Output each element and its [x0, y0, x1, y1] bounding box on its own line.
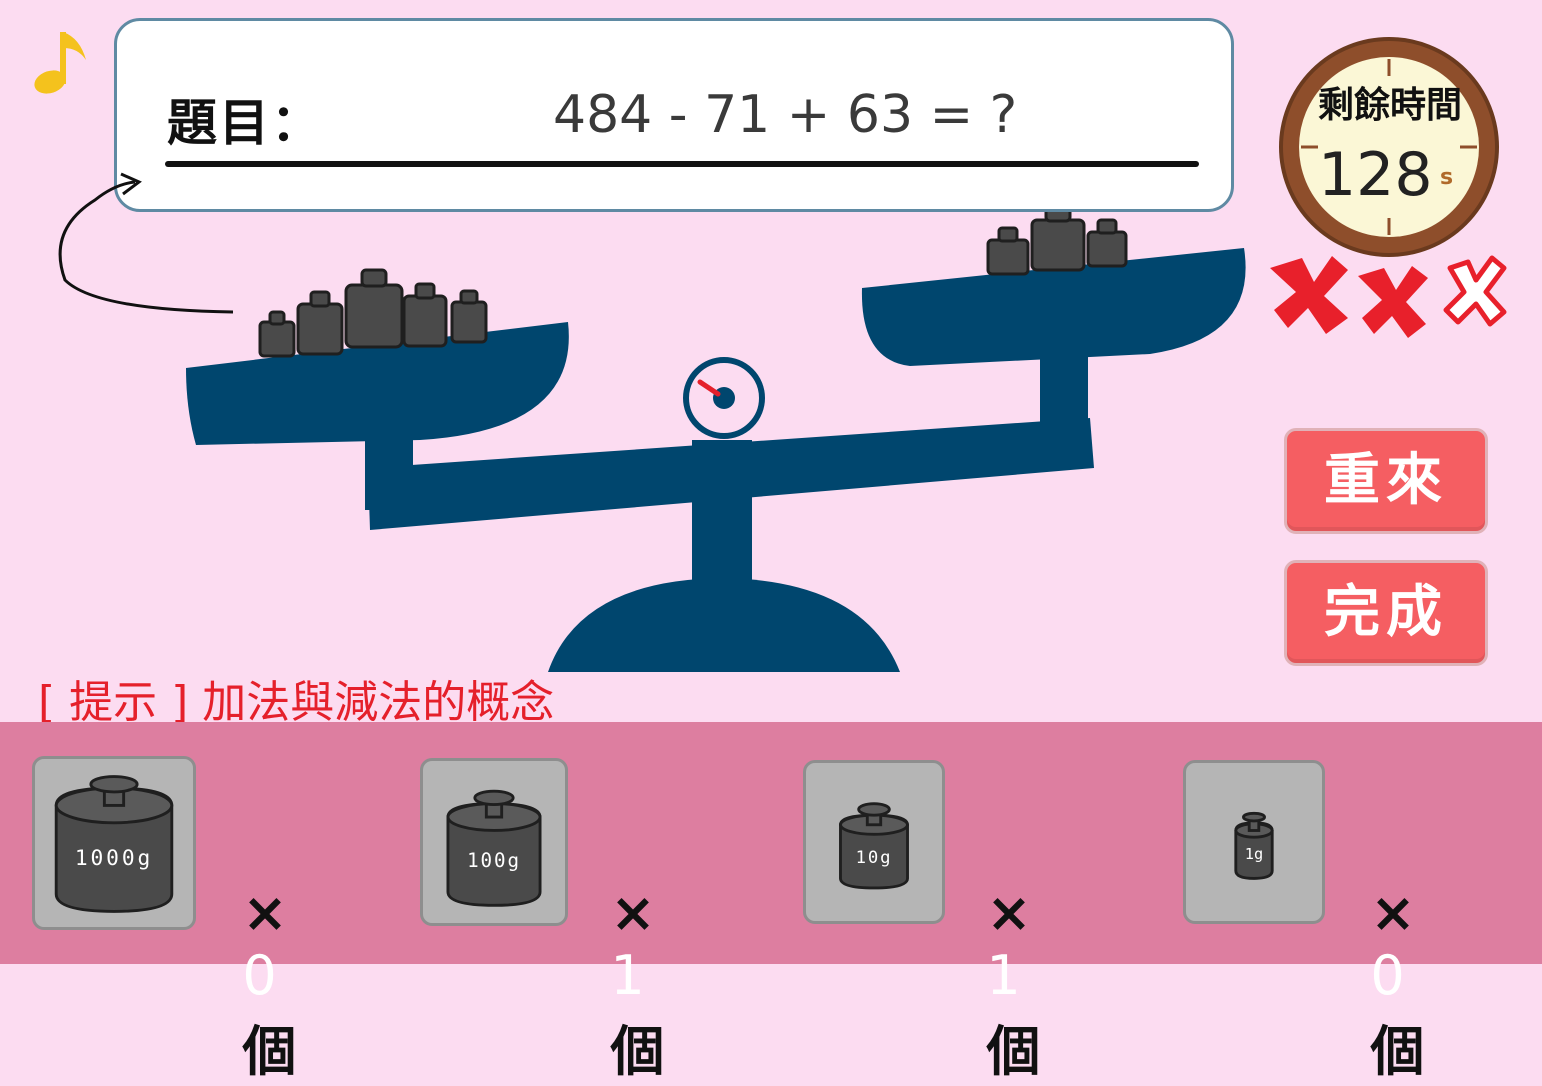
- weight-10g-count: 1: [986, 944, 1021, 1007]
- weight-10g-times: ×: [986, 881, 1032, 944]
- scale-base: [548, 578, 900, 672]
- weight-100g-count: 1: [610, 944, 645, 1007]
- timer-value: 128: [1318, 140, 1433, 210]
- weight-1g-count: 0: [1370, 944, 1405, 1007]
- weight-1g-label: 1g: [1245, 845, 1263, 863]
- music-note-icon[interactable]: [30, 26, 92, 98]
- question-panel: 題目： 484 - 71 + 63 = ?: [114, 18, 1234, 212]
- weight-100g-label: 100g: [467, 849, 521, 872]
- weight-1000g-icon: 1000g: [54, 775, 174, 913]
- weight-1g-times: ×: [1370, 881, 1416, 944]
- mistake-marks: [1270, 255, 1507, 338]
- done-button[interactable]: 完成: [1284, 560, 1488, 666]
- timer-title: 剩餘時間: [1317, 85, 1462, 126]
- weight-1g-button[interactable]: 1g: [1183, 760, 1325, 924]
- weight-100g-unit: 個: [610, 1020, 665, 1083]
- weight-1g-unit: 個: [1370, 1020, 1425, 1083]
- weight-1g-icon: 1g: [1234, 811, 1274, 880]
- x-mark-filled-icon: [1270, 256, 1348, 334]
- weight-10g-icon: 10g: [839, 802, 909, 890]
- weight-100g-button[interactable]: 100g: [420, 758, 568, 926]
- question-expression: 484 - 71 + 63 = ?: [553, 85, 1018, 145]
- weight-10g-unit: 個: [986, 1020, 1041, 1083]
- hint-text: [ 提示 ] 加法與減法的概念: [38, 677, 555, 728]
- question-label: 題目：: [167, 94, 323, 152]
- weight-100g-icon: 100g: [446, 789, 542, 907]
- weight-1000g-button[interactable]: 1000g: [32, 756, 196, 930]
- weight-1000g-label: 1000g: [75, 845, 153, 870]
- curved-arrow-icon: [58, 172, 234, 314]
- weight-100g-times: ×: [610, 881, 656, 944]
- question-underline: [165, 161, 1199, 167]
- right-pan-weights: [986, 204, 1128, 276]
- retry-button[interactable]: 重來: [1284, 428, 1488, 534]
- weight-10g-label: 10g: [856, 848, 893, 868]
- weight-10g-button[interactable]: 10g: [803, 760, 945, 924]
- weight-1000g-unit: 個: [242, 1020, 297, 1083]
- timer-unit: s: [1440, 165, 1454, 190]
- x-mark-filled-icon: [1358, 266, 1428, 338]
- weight-1000g-count: 0: [242, 944, 277, 1007]
- weight-1000g-times: ×: [242, 881, 288, 944]
- x-mark-outline-icon: [1443, 255, 1507, 327]
